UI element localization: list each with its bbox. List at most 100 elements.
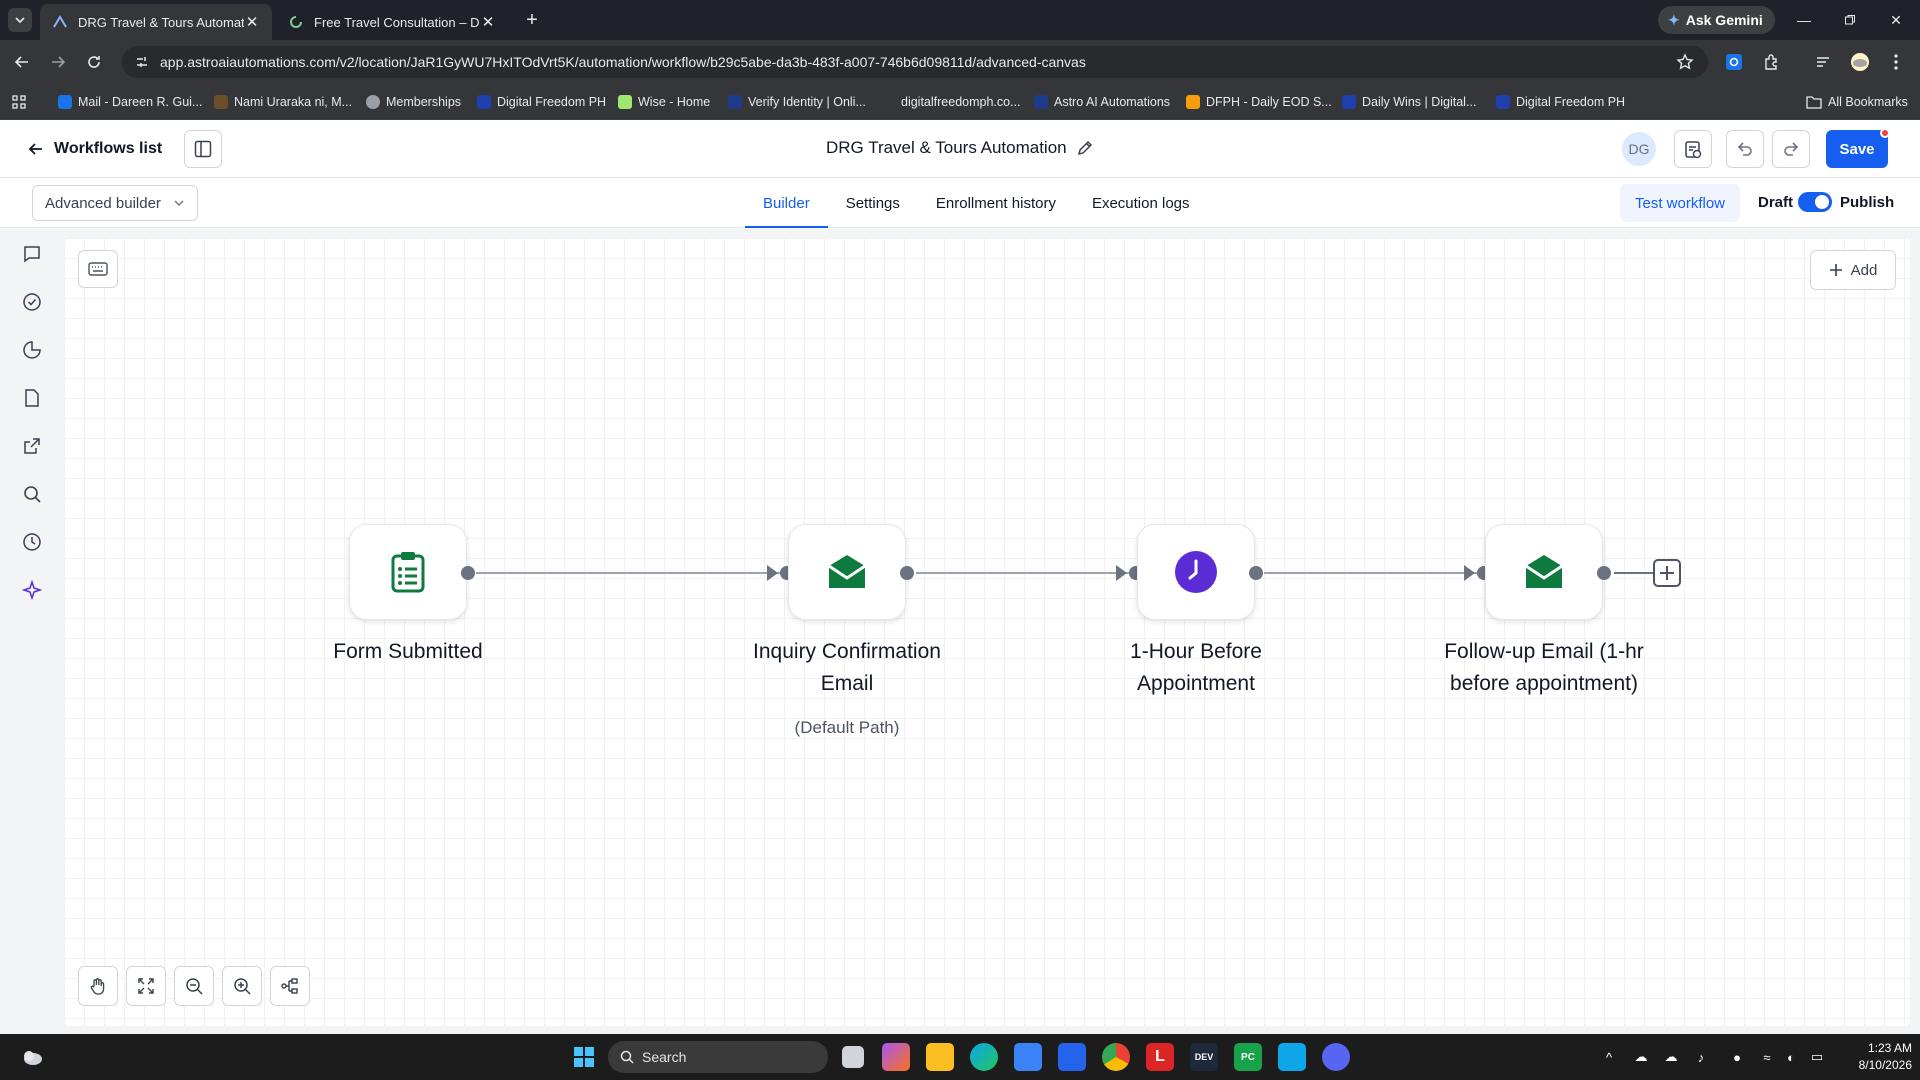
dev-app-icon[interactable]: DEV <box>1190 1043 1218 1071</box>
search-icon[interactable] <box>20 482 44 506</box>
reload-button[interactable] <box>82 50 106 74</box>
bookmark-item[interactable]: digitalfreedomph.co... <box>881 92 1021 112</box>
workflow-node-form-submitted[interactable] <box>349 524 467 620</box>
history-icon[interactable] <box>20 530 44 554</box>
tab-builder[interactable]: Builder <box>745 178 828 228</box>
tab-search-button[interactable] <box>8 8 32 32</box>
battery-icon[interactable]: ▭ <box>1808 1048 1826 1066</box>
add-node-button[interactable]: Add <box>1810 250 1896 290</box>
save-button[interactable]: Save <box>1826 130 1888 168</box>
address-bar[interactable]: app.astroaiautomations.com/v2/location/J… <box>122 46 1708 78</box>
vscode-icon[interactable] <box>1278 1043 1306 1071</box>
bookmark-item[interactable]: Daily Wins | Digital... <box>1342 92 1476 112</box>
forward-button[interactable] <box>46 50 70 74</box>
node-output-handle[interactable] <box>1597 566 1611 580</box>
workflow-canvas[interactable]: Add Form Submitted Inquiry Confirmation … <box>64 238 1910 1026</box>
bookmark-item[interactable]: Wise - Home <box>618 92 710 112</box>
zoom-out-button[interactable] <box>174 966 214 1006</box>
new-tab-button[interactable]: + <box>520 8 544 32</box>
volume-icon[interactable]: ◐ <box>1782 1048 1800 1066</box>
keyboard-shortcuts-button[interactable] <box>78 250 118 288</box>
workflow-node-wait[interactable] <box>1137 524 1255 620</box>
all-bookmarks-folder[interactable]: All Bookmarks <box>1806 92 1908 112</box>
fit-view-button[interactable] <box>126 966 166 1006</box>
auto-layout-button[interactable] <box>270 966 310 1006</box>
zoom-in-button[interactable] <box>222 966 262 1006</box>
workflow-node-inquiry-email[interactable] <box>788 524 906 620</box>
node-output-handle[interactable] <box>461 566 475 580</box>
file-explorer-icon[interactable] <box>926 1043 954 1071</box>
tab-enrollment-history[interactable]: Enrollment history <box>918 178 1074 228</box>
redo-button[interactable] <box>1772 130 1810 168</box>
task-view-icon[interactable] <box>842 1046 864 1068</box>
external-link-icon[interactable] <box>20 434 44 458</box>
system-clock[interactable]: 1:23 AM 8/10/2026 <box>1842 1040 1912 1074</box>
search-placeholder: Search <box>642 1049 687 1065</box>
check-circle-icon[interactable] <box>20 290 44 314</box>
sidebar-toggle-button[interactable] <box>184 130 222 168</box>
minimize-window-icon[interactable]: — <box>1792 8 1816 32</box>
apps-grid-icon[interactable] <box>12 92 26 112</box>
node-output-handle[interactable] <box>900 566 914 580</box>
tab-settings[interactable]: Settings <box>828 178 918 228</box>
tab-execution-logs[interactable]: Execution logs <box>1074 178 1208 228</box>
chrome-icon[interactable] <box>1102 1043 1130 1071</box>
restore-window-icon[interactable] <box>1838 8 1862 32</box>
discord-icon[interactable] <box>1322 1043 1350 1071</box>
store-icon[interactable] <box>1014 1043 1042 1071</box>
undo-button[interactable] <box>1726 130 1764 168</box>
builder-mode-select[interactable]: Advanced builder <box>32 185 198 221</box>
wise-icon <box>618 95 632 109</box>
chat-icon[interactable] <box>20 242 44 266</box>
pan-hand-button[interactable] <box>78 966 118 1006</box>
bookmark-item[interactable]: Memberships <box>366 92 461 112</box>
user-avatar[interactable]: DG <box>1622 132 1656 166</box>
bookmark-item[interactable]: Mail - Dareen R. Gui... <box>58 92 202 112</box>
ai-sparkle-icon[interactable] <box>20 578 44 602</box>
close-tab-icon[interactable]: ✕ <box>244 14 260 31</box>
pencil-icon[interactable] <box>1077 140 1093 156</box>
profile-avatar-icon[interactable] <box>1850 52 1870 72</box>
node-output-handle[interactable] <box>1249 566 1263 580</box>
bookmark-item[interactable]: Digital Freedom PH <box>1496 92 1625 112</box>
back-button[interactable] <box>10 50 34 74</box>
chart-pie-icon <box>23 341 41 359</box>
edge-browser-icon[interactable] <box>970 1043 998 1071</box>
extension-icon[interactable] <box>1724 52 1744 72</box>
azure-icon[interactable] <box>1058 1043 1086 1071</box>
browser-menu-icon[interactable] <box>1886 52 1906 72</box>
test-workflow-button[interactable]: Test workflow <box>1620 184 1740 222</box>
bookmark-item[interactable]: Digital Freedom PH <box>477 92 606 112</box>
browser-tab[interactable]: Free Travel Consultation – DRG ✕ <box>276 4 508 40</box>
close-tab-icon[interactable]: ✕ <box>480 14 496 31</box>
bookmark-item[interactable]: Astro AI Automations <box>1034 92 1170 112</box>
l-app-icon[interactable]: L <box>1146 1043 1174 1071</box>
version-history-button[interactable] <box>1674 130 1712 168</box>
taskbar-search[interactable]: Search <box>608 1041 828 1073</box>
microphone-icon[interactable]: ● <box>1728 1048 1746 1066</box>
copilot-icon[interactable] <box>882 1043 910 1071</box>
workflow-node-followup-email[interactable] <box>1485 524 1603 620</box>
workflows-list-link[interactable]: Workflows list <box>28 136 162 162</box>
publish-toggle[interactable] <box>1798 192 1832 212</box>
document-icon[interactable] <box>20 386 44 410</box>
add-step-plus-icon[interactable] <box>1652 558 1682 588</box>
onedrive-icon[interactable]: ☁ <box>1632 1048 1650 1066</box>
pycharm-icon[interactable]: PC <box>1234 1043 1262 1071</box>
bookmark-item[interactable]: Nami Uraraka ni, M... <box>214 92 352 112</box>
wifi-icon[interactable]: ≈ <box>1758 1048 1776 1066</box>
extensions-puzzle-icon[interactable] <box>1762 52 1782 72</box>
tray-overflow-icon[interactable]: ^ <box>1600 1048 1618 1066</box>
windows-start-icon[interactable] <box>570 1043 598 1071</box>
pie-chart-icon[interactable] <box>20 338 44 362</box>
bookmark-star-icon[interactable] <box>1676 53 1694 71</box>
creative-cloud-icon[interactable]: ☁ <box>1662 1048 1680 1066</box>
close-window-icon[interactable]: ✕ <box>1884 8 1908 32</box>
ask-gemini-button[interactable]: ✦ Ask Gemini <box>1658 6 1775 34</box>
browser-tab-active[interactable]: DRG Travel & Tours Automation ✕ <box>40 4 272 40</box>
bookmark-item[interactable]: DFPH - Daily EOD S... <box>1186 92 1332 112</box>
reading-list-icon[interactable] <box>1814 52 1834 72</box>
speaker-icon[interactable]: ♪ <box>1692 1048 1710 1066</box>
weather-icon[interactable] <box>18 1043 46 1071</box>
bookmark-item[interactable]: Verify Identity | Onli... <box>728 92 866 112</box>
